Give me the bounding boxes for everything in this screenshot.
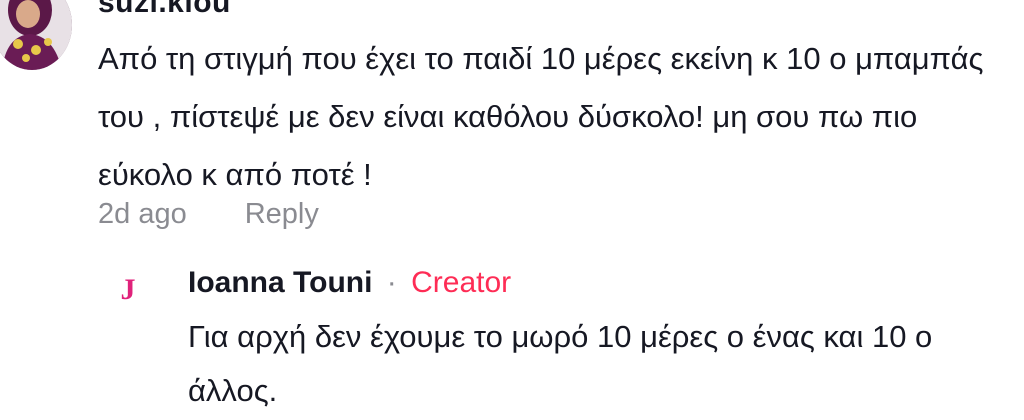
reply-author-avatar[interactable]: J xyxy=(106,268,150,312)
profile-photo-icon xyxy=(0,0,72,70)
commenter-username[interactable]: suzi.kiou xyxy=(98,0,231,20)
commenter-avatar[interactable] xyxy=(0,0,72,70)
comment-thread: suzi.kiou Από τη στιγμή που έχει το παιδ… xyxy=(0,0,1024,420)
comment-timestamp: 2d ago xyxy=(98,198,187,230)
reply-text: Για αρχή δεν έχουμε το μωρό 10 μέρες ο έ… xyxy=(188,319,933,408)
comment-text: Από τη στιγμή που έχει το παιδί 10 μέρες… xyxy=(98,41,984,192)
creator-badge: Creator xyxy=(411,266,512,299)
reply-button[interactable]: Reply xyxy=(245,198,319,231)
reply-author-name[interactable]: Ioanna Touni xyxy=(188,266,372,299)
separator-dot: · xyxy=(386,266,397,299)
reply-header: Ioanna Touni · Creator xyxy=(188,266,511,300)
comment-meta: 2d ago Reply xyxy=(98,198,319,231)
